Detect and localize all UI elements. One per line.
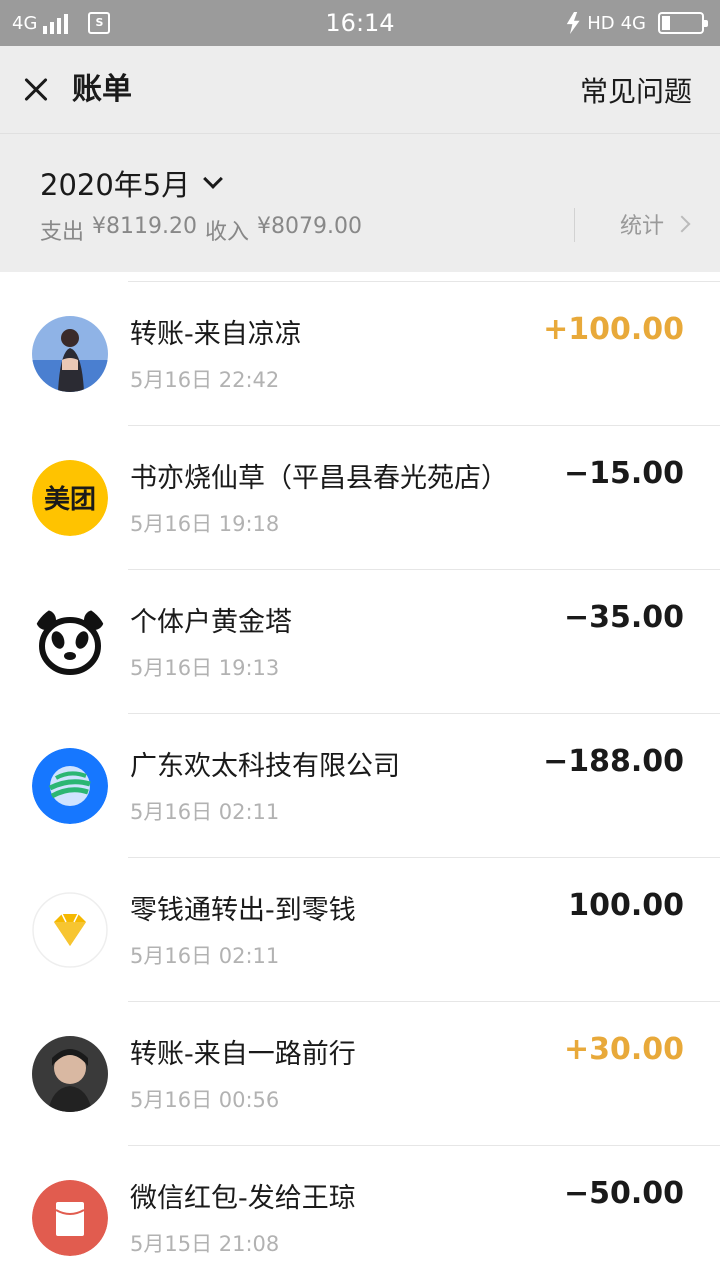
transaction-amount: +100.00 (543, 312, 684, 347)
faq-link[interactable]: 常见问题 (580, 72, 692, 112)
transaction-time: 5月16日 19:13 (130, 656, 280, 680)
transaction-name: 广东欢太科技有限公司 (130, 751, 400, 782)
transaction-row[interactable]: 美团 书亦烧仙草（平昌县春光苑店） 5月16日 19:18 −15.00 (0, 426, 720, 570)
close-icon[interactable] (16, 68, 58, 110)
battery-icon (658, 12, 708, 34)
chevron-right-icon (673, 215, 691, 233)
transaction-time: 5月16日 19:18 (130, 512, 280, 536)
transaction-time: 5月16日 00:56 (130, 1088, 280, 1112)
charging-icon (566, 12, 580, 34)
transaction-name: 微信红包-发给王琼 (130, 1183, 356, 1214)
transaction-time: 5月16日 22:42 (130, 368, 280, 392)
transaction-row[interactable]: 转账-来自凉凉 5月16日 22:42 +100.00 (0, 282, 720, 426)
company-logo (32, 748, 108, 824)
transaction-row[interactable]: 个体户黄金塔 5月16日 19:13 −35.00 (0, 570, 720, 714)
panda-avatar (32, 604, 108, 680)
transaction-amount: +30.00 (563, 1032, 684, 1067)
expense-label: 支出 (40, 220, 85, 245)
income-label: 收入 (205, 220, 250, 245)
transaction-time: 5月16日 02:11 (130, 944, 280, 968)
transaction-amount: −188.00 (543, 744, 684, 779)
stats-button[interactable]: 统计 (619, 208, 691, 240)
stats-label: 统计 (619, 214, 664, 239)
user-photo-avatar (32, 316, 108, 392)
transaction-name: 零钱通转出-到零钱 (130, 895, 356, 926)
app-header: 账单 常见问题 (0, 46, 720, 134)
transaction-row[interactable]: 零钱通转出-到零钱 5月16日 02:11 100.00 (0, 858, 720, 1002)
red-packet-icon (32, 1180, 108, 1256)
transaction-name: 转账-来自凉凉 (130, 319, 302, 350)
totals: 支出 ¥8119.20 收入 ¥8079.00 (40, 214, 362, 246)
month-label: 2020年5月 (40, 168, 191, 202)
transaction-row[interactable]: 转账-来自一路前行 5月16日 00:56 +30.00 (0, 1002, 720, 1146)
transaction-row[interactable]: 广东欢太科技有限公司 5月16日 02:11 −188.00 (0, 714, 720, 858)
chevron-down-icon (203, 169, 224, 189)
transaction-amount: −50.00 (563, 1176, 684, 1211)
user-photo-avatar (32, 1036, 108, 1112)
transaction-name: 个体户黄金塔 (130, 607, 292, 638)
expense-value: ¥8119.20 (92, 214, 197, 239)
network-type-right: 4G (620, 12, 646, 34)
transaction-time: 5月15日 21:08 (130, 1232, 280, 1256)
transaction-amount: −15.00 (563, 456, 684, 491)
hd-indicator: HD (587, 12, 615, 34)
transaction-amount: 100.00 (568, 888, 684, 923)
transaction-row[interactable]: 微信红包-发给王琼 5月15日 21:08 −50.00 (0, 1146, 720, 1280)
transaction-name: 转账-来自一路前行 (130, 1039, 356, 1070)
transaction-amount: −35.00 (563, 600, 684, 635)
page-title: 账单 (72, 72, 132, 107)
divider (574, 208, 575, 242)
transaction-name: 书亦烧仙草（平昌县春光苑店） (130, 463, 508, 494)
diamond-icon (32, 892, 108, 968)
status-bar: 4G S 16:14 HD 4G (0, 0, 720, 46)
monthly-summary: 2020年5月 支出 ¥8119.20 收入 ¥8079.00 统计 (0, 134, 720, 272)
income-value: ¥8079.00 (257, 214, 362, 239)
transaction-time: 5月16日 02:11 (130, 800, 280, 824)
svg-text:美团: 美团 (44, 484, 96, 515)
meituan-logo: 美团 (32, 460, 108, 536)
month-selector[interactable]: 2020年5月 (40, 162, 224, 204)
